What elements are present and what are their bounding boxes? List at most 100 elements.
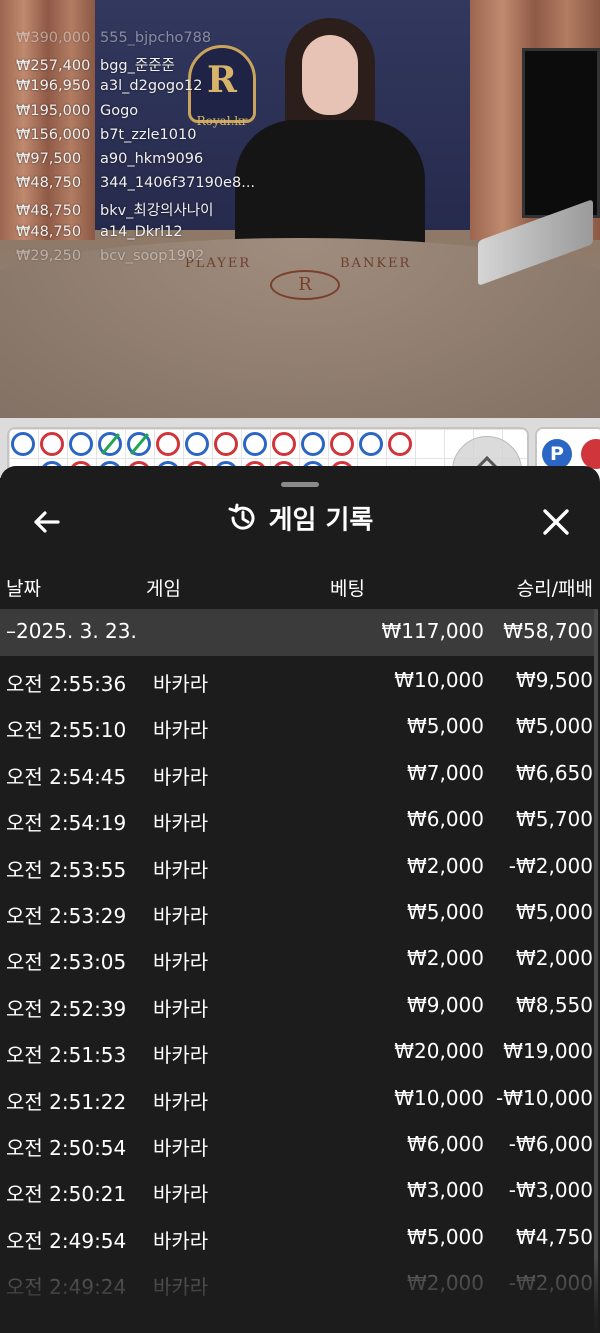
history-time: 오전 2:51:53: [6, 1043, 127, 1068]
history-row[interactable]: 오전 2:53:55 바카라 ₩2,000 -₩2,000: [0, 846, 600, 892]
live-video-stream: R Royal.kr PLAYER BANKER R ₩390,000 555_b…: [0, 0, 600, 418]
bead-blue: [69, 432, 93, 456]
bead-blue: [359, 432, 383, 456]
history-row[interactable]: 오전 2:52:39 바카라 ₩9,000 ₩8,550: [0, 985, 600, 1031]
arrow-left-icon: [34, 511, 60, 533]
history-game: 바카라: [153, 1228, 209, 1253]
bead-red: [156, 432, 180, 456]
history-icon: [228, 503, 255, 530]
recent-bet-row: ₩29,250 bcv_soop1902: [16, 248, 255, 272]
history-bet: ₩5,000: [406, 899, 484, 924]
history-bet: ₩5,000: [406, 1224, 484, 1249]
history-bet: ₩5,000: [406, 714, 484, 739]
recent-bet-user: 555_bjpcho788: [100, 30, 212, 46]
history-scrollbar[interactable]: [594, 609, 598, 1329]
history-time: 오전 2:50:21: [6, 1182, 127, 1207]
dealer-face: [302, 35, 358, 115]
history-bet: ₩10,000: [394, 668, 484, 692]
history-game: 바카라: [153, 1043, 209, 1068]
recent-bet-amount: ₩48,750: [16, 203, 82, 220]
recent-bet-user: Gogo: [100, 102, 139, 119]
history-row[interactable]: 오전 2:51:22 바카라 ₩10,000 -₩10,000: [0, 1078, 600, 1124]
bead-blue: [11, 432, 35, 456]
bead-tie: [98, 432, 122, 456]
recent-bet-amount: ₩156,000: [16, 126, 91, 143]
close-icon: [543, 509, 569, 535]
recent-bet-amount: ₩29,250: [16, 247, 82, 264]
date-group-total-result: ₩58,700: [503, 619, 593, 643]
recent-bet-row: ₩48,750 bkv_최강의사나이: [16, 199, 255, 223]
recent-bet-user: bcv_soop1902: [100, 247, 205, 264]
history-row[interactable]: 오전 2:55:36 바카라 ₩10,000 ₩9,500: [0, 660, 600, 706]
bead-red: [214, 432, 238, 456]
bead-red: [330, 432, 354, 456]
history-result: -₩3,000: [508, 1178, 593, 1203]
history-result: ₩5,000: [515, 899, 593, 924]
bead-blue: [243, 432, 267, 456]
history-time: 오전 2:54:45: [6, 764, 127, 789]
banker-prediction-badge: [581, 439, 600, 469]
history-time: 오전 2:55:36: [6, 672, 127, 696]
history-row[interactable]: 오전 2:53:05 바카라 ₩2,000 ₩2,000: [0, 938, 600, 984]
recent-bet-user: a3l_d2gogo12: [100, 78, 203, 95]
history-game: 바카라: [153, 1089, 209, 1114]
history-list: 오전 2:55:36 바카라 ₩10,000 ₩9,500 오전 2:55:10 바카라 ₩…: [0, 660, 600, 1309]
recent-bet-user: a90_hkm9096: [100, 150, 204, 167]
history-bet: ₩3,000: [406, 1178, 484, 1203]
history-bet: ₩7,000: [406, 760, 484, 785]
history-row[interactable]: 오전 2:55:10 바카라 ₩5,000 ₩5,000: [0, 706, 600, 752]
bead-red: [40, 432, 64, 456]
bead-red: [388, 432, 412, 456]
history-bet: ₩2,000: [406, 853, 484, 878]
column-header-date: 날짜: [6, 578, 41, 600]
sheet-title: 게임 기록: [268, 505, 374, 536]
history-game: 바카라: [153, 811, 209, 836]
history-time: 오전 2:55:10: [6, 718, 127, 743]
recent-bet-amount: ₩196,950: [16, 78, 91, 95]
history-result: ₩2,000: [515, 946, 593, 971]
recent-bet-row: ₩196,950 a3l_d2gogo12: [16, 78, 255, 102]
history-result: -₩10,000: [496, 1085, 593, 1110]
history-result: ₩5,700: [515, 807, 593, 832]
history-game: 바카라: [153, 672, 209, 696]
close-button[interactable]: [536, 502, 576, 542]
history-row[interactable]: 오전 2:53:29 바카라 ₩5,000 ₩5,000: [0, 892, 600, 938]
history-time: 오전 2:52:39: [6, 996, 127, 1021]
recent-bet-user: bkv_최강의사나이: [100, 203, 214, 220]
date-group-row[interactable]: –2025. 3. 23. ₩117,000 ₩58,700: [0, 609, 598, 656]
history-result: ₩5,000: [515, 714, 593, 739]
recent-bet-row: ₩390,000 555_bjpcho788: [16, 30, 255, 54]
history-bet: ₩9,000: [406, 992, 484, 1017]
history-game: 바카라: [153, 764, 209, 789]
studio-monitor: [522, 48, 600, 218]
history-row[interactable]: 오전 2:51:53 바카라 ₩20,000 ₩19,000: [0, 1031, 600, 1077]
sheet-title-group: 게임 기록: [0, 494, 600, 552]
table-logo: R: [270, 270, 340, 300]
list-bottom-fade: [0, 1256, 600, 1333]
history-time: 오전 2:54:19: [6, 811, 127, 836]
back-button[interactable]: [28, 502, 68, 542]
recent-bet-amount: ₩48,750: [16, 175, 82, 192]
recent-bet-user: b7t_zzle1010: [100, 126, 197, 143]
recent-bet-user: bgg_준준준: [100, 58, 175, 75]
history-row[interactable]: 오전 2:54:45 바카라 ₩7,000 ₩6,650: [0, 753, 600, 799]
bead-red: [272, 432, 296, 456]
history-row[interactable]: 오전 2:50:54 바카라 ₩6,000 -₩6,000: [0, 1124, 600, 1170]
history-game: 바카라: [153, 1135, 209, 1160]
date-group-total-bet: ₩117,000: [381, 619, 484, 643]
history-time: 오전 2:50:54: [6, 1135, 127, 1160]
date-group-label: –2025. 3. 23.: [6, 619, 137, 643]
history-game: 바카라: [153, 1182, 209, 1207]
sheet-drag-handle[interactable]: [281, 482, 319, 487]
player-prediction-badge: P: [542, 439, 572, 469]
history-row[interactable]: 오전 2:54:19 바카라 ₩6,000 ₩5,700: [0, 799, 600, 845]
history-game: 바카라: [153, 857, 209, 882]
history-bet: ₩10,000: [394, 1085, 484, 1110]
history-bet: ₩6,000: [406, 807, 484, 832]
history-result: ₩9,500: [515, 668, 593, 692]
history-bet: ₩2,000: [406, 946, 484, 971]
history-row[interactable]: 오전 2:50:21 바카라 ₩3,000 -₩3,000: [0, 1170, 600, 1216]
recent-bets-feed: ₩390,000 555_bjpcho788 ₩257,400 bgg_준준준 ₩196…: [16, 30, 255, 272]
history-result: ₩4,750: [515, 1224, 593, 1249]
sheet-header: 게임 기록: [0, 494, 600, 552]
